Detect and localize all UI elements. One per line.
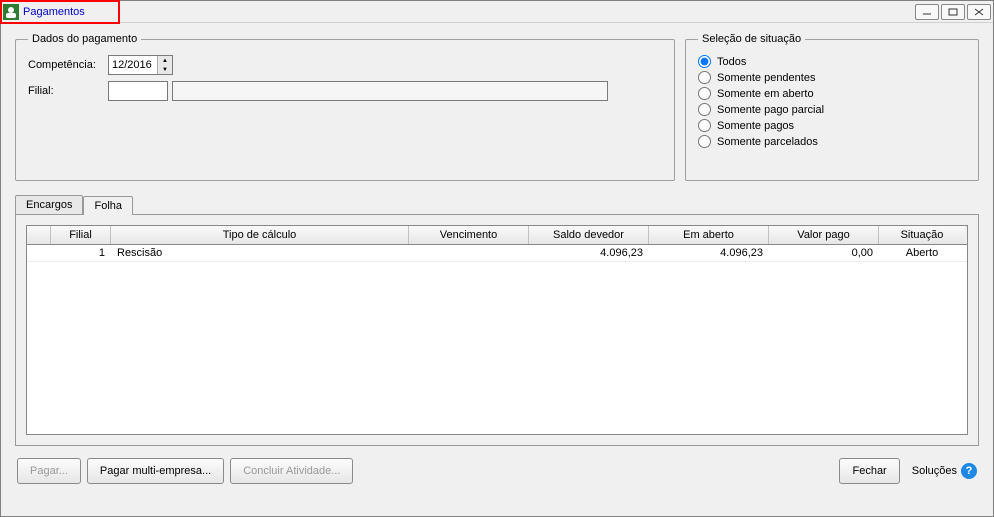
radio-pendentes-label: Somente pendentes — [717, 72, 815, 84]
col-aberto[interactable]: Em aberto — [649, 226, 769, 244]
row-competencia: Competência: ▲ ▼ — [28, 55, 662, 75]
pagar-button[interactable]: Pagar... — [17, 458, 81, 484]
tab-strip: Encargos Folha — [15, 195, 979, 214]
spinner-up[interactable]: ▲ — [158, 56, 172, 65]
radio-aberto-label: Somente em aberto — [717, 88, 814, 100]
radio-pagos[interactable]: Somente pagos — [698, 119, 966, 132]
tabs-area: Encargos Folha Filial Tipo de cálculo Ve… — [15, 195, 979, 446]
solucoes-label: Soluções — [912, 465, 957, 477]
button-bar: Pagar... Pagar multi-empresa... Concluir… — [15, 458, 979, 484]
top-row: Dados do pagamento Competência: ▲ ▼ Fili… — [15, 33, 979, 181]
cell-pago: 0,00 — [769, 245, 879, 261]
concluir-button[interactable]: Concluir Atividade... — [230, 458, 353, 484]
radio-parcelados-label: Somente parcelados — [717, 136, 818, 148]
filial-desc-input[interactable] — [172, 81, 608, 101]
cell-situacao: Aberto — [879, 245, 965, 261]
cell-filial: 1 — [51, 245, 111, 261]
cell-aberto: 4.096,23 — [649, 245, 769, 261]
fieldset-dados-pagamento: Dados do pagamento Competência: ▲ ▼ Fili… — [15, 33, 675, 181]
tab-encargos[interactable]: Encargos — [15, 195, 83, 214]
radio-parcial[interactable]: Somente pago parcial — [698, 103, 966, 116]
filial-code-input[interactable] — [108, 81, 168, 101]
radio-parcial-label: Somente pago parcial — [717, 104, 824, 116]
cell-vencimento — [409, 245, 529, 261]
cell-saldo: 4.096,23 — [529, 245, 649, 261]
pagar-multi-button[interactable]: Pagar multi-empresa... — [87, 458, 224, 484]
radio-todos-input[interactable] — [698, 55, 711, 68]
label-competencia: Competência: — [28, 59, 108, 71]
content-area: Dados do pagamento Competência: ▲ ▼ Fili… — [1, 23, 993, 494]
maximize-button[interactable] — [941, 4, 965, 20]
titlebar: Pagamentos — [1, 1, 993, 23]
window-title: Pagamentos — [23, 6, 85, 18]
col-tipo[interactable]: Tipo de cálculo — [111, 226, 409, 244]
radio-todos[interactable]: Todos — [698, 55, 966, 68]
col-saldo[interactable]: Saldo devedor — [529, 226, 649, 244]
spinner-down[interactable]: ▼ — [158, 65, 172, 74]
fechar-button[interactable]: Fechar — [839, 458, 899, 484]
radio-pagos-input[interactable] — [698, 119, 711, 132]
competencia-input[interactable] — [109, 56, 157, 74]
legend-selecao: Seleção de situação — [698, 33, 805, 45]
radio-parcelados-input[interactable] — [698, 135, 711, 148]
app-icon — [3, 4, 19, 20]
payments-window: Pagamentos Dados do pagamento Competênci… — [0, 0, 994, 517]
tab-panel-folha: Filial Tipo de cálculo Vencimento Saldo … — [15, 214, 979, 446]
payments-grid[interactable]: Filial Tipo de cálculo Vencimento Saldo … — [26, 225, 968, 435]
col-vencimento[interactable]: Vencimento — [409, 226, 529, 244]
tab-folha[interactable]: Folha — [83, 196, 133, 215]
close-button[interactable] — [967, 4, 991, 20]
competencia-spinner[interactable]: ▲ ▼ — [108, 55, 173, 75]
radio-aberto[interactable]: Somente em aberto — [698, 87, 966, 100]
table-row[interactable]: 1 Rescisão 4.096,23 4.096,23 0,00 Aberto — [27, 245, 967, 262]
help-icon: ? — [961, 463, 977, 479]
window-controls — [915, 4, 991, 20]
fieldset-selecao-situacao: Seleção de situação Todos Somente penden… — [685, 33, 979, 181]
row-filial: Filial: — [28, 81, 662, 101]
col-filial[interactable]: Filial — [51, 226, 111, 244]
col-situacao[interactable]: Situação — [879, 226, 965, 244]
grid-header: Filial Tipo de cálculo Vencimento Saldo … — [27, 226, 967, 245]
radio-pendentes-input[interactable] — [698, 71, 711, 84]
legend-dados: Dados do pagamento — [28, 33, 141, 45]
col-select[interactable] — [27, 226, 51, 244]
radio-parcelados[interactable]: Somente parcelados — [698, 135, 966, 148]
radio-aberto-input[interactable] — [698, 87, 711, 100]
solucoes-link[interactable]: Soluções ? — [906, 463, 977, 479]
label-filial: Filial: — [28, 85, 108, 97]
radio-parcial-input[interactable] — [698, 103, 711, 116]
cell-tipo: Rescisão — [111, 245, 409, 261]
radio-pendentes[interactable]: Somente pendentes — [698, 71, 966, 84]
minimize-button[interactable] — [915, 4, 939, 20]
col-pago[interactable]: Valor pago — [769, 226, 879, 244]
cell-select[interactable] — [27, 245, 51, 261]
radio-pagos-label: Somente pagos — [717, 120, 794, 132]
radio-todos-label: Todos — [717, 56, 746, 68]
